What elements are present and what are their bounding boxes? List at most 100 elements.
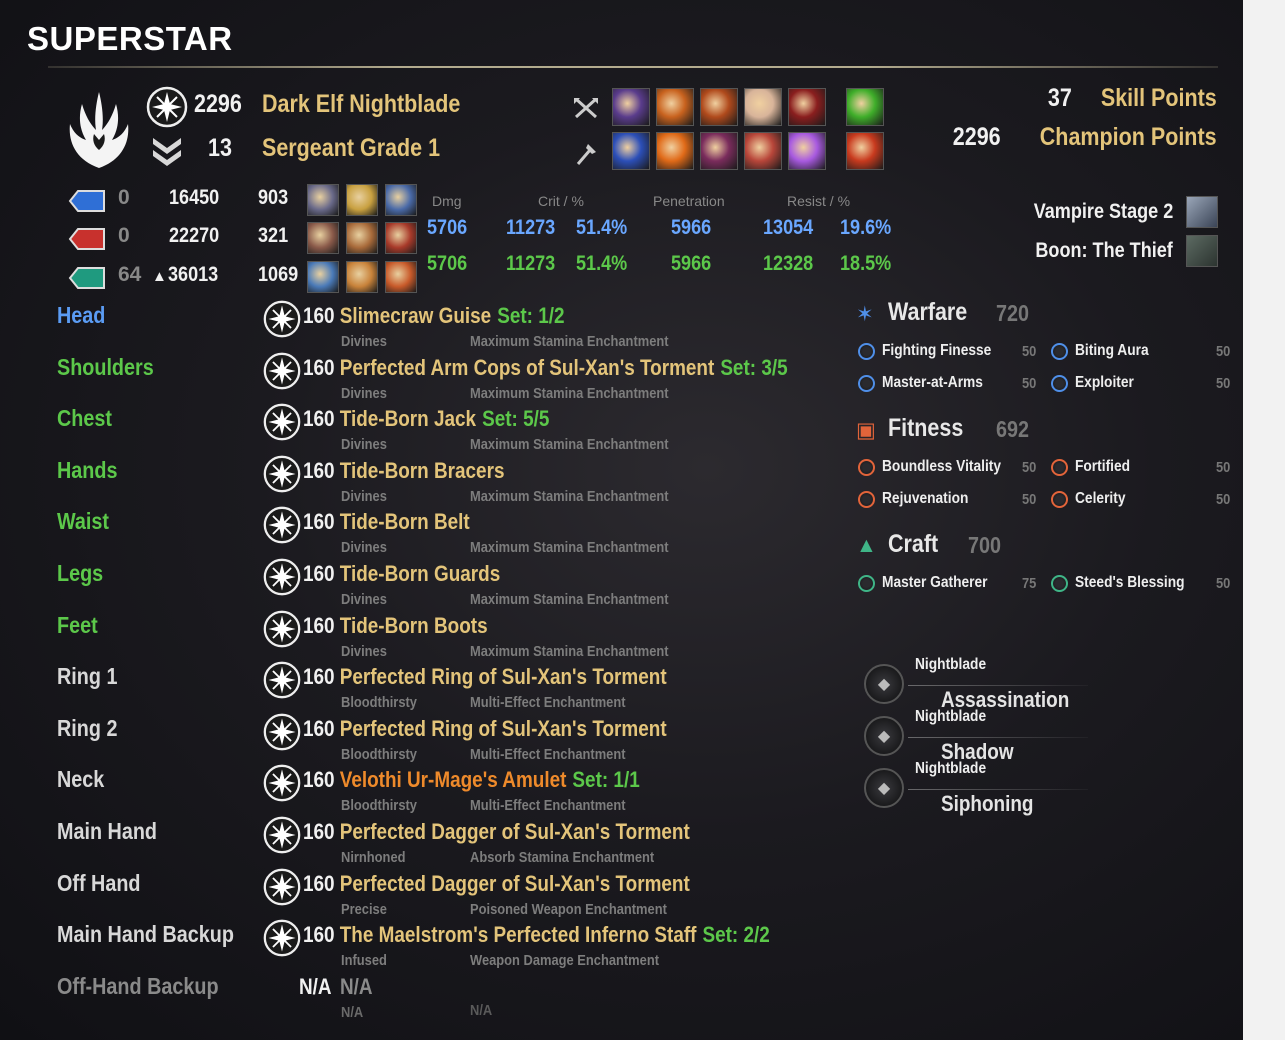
perk-value: 50 <box>1022 375 1037 392</box>
champion-perk-name[interactable]: Steed's Blessing <box>1075 574 1202 592</box>
equipment-slot-label: Shoulders <box>57 354 169 381</box>
passive-icon <box>307 261 339 293</box>
equipment-item-text: 160 Tide-Born Jack Set: 5/5 <box>303 406 549 432</box>
fitness-icon: ▣ <box>856 419 876 442</box>
slot-name: Waist <box>57 508 110 534</box>
equipment-item[interactable]: 160 Tide-Born Boots <box>303 613 518 639</box>
equipment-item[interactable]: 160 Perfected Dagger of Sul-Xan's Torment <box>303 819 753 845</box>
slot-name: Hands <box>57 457 118 483</box>
skill-line-name[interactable]: Siphoning <box>941 791 1049 817</box>
champion-discipline-total: 700 <box>968 532 1006 559</box>
slot-name: Chest <box>57 405 112 431</box>
champion-perk-name[interactable]: Fighting Finesse <box>882 342 1009 360</box>
item-level: 160 <box>303 716 335 741</box>
champion-perk-name[interactable]: Celerity <box>1075 490 1134 508</box>
equipment-item[interactable]: 160 Perfected Dagger of Sul-Xan's Torment <box>303 871 753 897</box>
item-trait-text: Divines <box>341 591 387 608</box>
equipment-slot-label: Ring 1 <box>57 663 127 690</box>
item-trait: Infused <box>341 952 394 969</box>
perk-value: 50 <box>1216 343 1231 360</box>
equipment-item[interactable]: 160 Slimecraw Guise Set: 1/2 <box>303 303 607 329</box>
champion-perk-name[interactable]: Master Gatherer <box>882 574 1005 592</box>
item-name: Velothi Ur-Mage's Amulet <box>339 767 567 792</box>
stamina-max: ▲36013 <box>152 263 226 287</box>
champion-points-level: 2296 <box>194 90 242 118</box>
item-enchantment-text: Multi-Effect Enchantment <box>470 797 626 814</box>
equipment-item[interactable]: 160 Tide-Born Jack Set: 5/5 <box>303 406 590 432</box>
weapon-pen: 5966 <box>671 252 712 275</box>
rank-title: Sergeant Grade 1 <box>262 134 441 162</box>
champion-level-icon <box>263 300 301 343</box>
champion-star-icon <box>1051 343 1068 360</box>
equipment-item-text: 160 Velothi Ur-Mage's Amulet Set: 1/1 <box>303 767 640 793</box>
champion-star-icon <box>1051 491 1068 508</box>
item-enchantment: Maximum Stamina Enchantment <box>470 436 701 453</box>
discipline-total: 720 <box>996 300 1030 326</box>
stamina-attribute-points: 64 <box>118 263 142 286</box>
item-set-count: Set: 1/2 <box>497 303 565 328</box>
champion-perk-value: 50 <box>1022 343 1039 360</box>
weapon-crit: 11273 <box>506 252 556 275</box>
equipment-item[interactable]: 160 Perfected Ring of Sul-Xan's Torment <box>303 716 726 742</box>
discipline-name: Fitness <box>888 414 964 442</box>
champion-star-icon <box>858 459 875 476</box>
equipment-item[interactable]: 160 Perfected Ring of Sul-Xan's Torment <box>303 664 726 690</box>
champion-level-icon <box>263 610 301 653</box>
equipment-item[interactable]: 160 The Maelstrom's Perfected Inferno Sta… <box>303 922 846 948</box>
champion-perk-name[interactable]: Exploiter <box>1075 374 1143 392</box>
slot-name: Off Hand <box>57 870 141 896</box>
magicka-max: 16450 <box>169 186 227 210</box>
item-trait: Divines <box>341 436 394 453</box>
front-skill-bar <box>612 88 884 126</box>
champion-perk-name[interactable]: Rejuvenation <box>882 490 982 508</box>
champion-level-icon <box>263 558 301 601</box>
vampire-icon <box>1186 196 1218 228</box>
skill-icon <box>656 88 694 126</box>
item-trait: Divines <box>341 333 394 350</box>
skill-points-label: Skill Points <box>1101 84 1217 112</box>
item-name: Tide-Born Boots <box>339 613 488 638</box>
perk-name: Exploiter <box>1075 374 1134 391</box>
item-name: Perfected Dagger of Sul-Xan's Torment <box>339 819 690 844</box>
champion-level-icon <box>263 764 301 807</box>
health-resource-icon <box>68 227 106 256</box>
back-skill-bar <box>612 132 884 170</box>
equipment-item-text: 160 Tide-Born Boots <box>303 613 488 639</box>
champion-star-icon <box>858 491 875 508</box>
champion-discipline-title: Warfare <box>888 298 980 327</box>
item-enchantment-text: Maximum Stamina Enchantment <box>470 643 669 660</box>
champion-perk-value: 50 <box>1022 491 1039 508</box>
champion-star-icon <box>1051 575 1068 592</box>
equipment-slot-label: Feet <box>57 612 104 639</box>
passive-icon <box>346 261 378 293</box>
weapon-dmg: 5706 <box>427 252 468 275</box>
item-name: Perfected Arm Cops of Sul-Xan's Torment <box>339 355 715 380</box>
champion-perk-name[interactable]: Fortified <box>1075 458 1139 476</box>
ultimate-icon <box>846 88 884 126</box>
equipment-item[interactable]: 160 Tide-Born Belt <box>303 509 497 535</box>
equipment-item[interactable]: 160 Tide-Born Bracers <box>303 458 537 484</box>
perk-name: Boundless Vitality <box>882 458 1002 475</box>
magicka-recovery: 903 <box>258 186 293 210</box>
equipment-item[interactable]: 160 Perfected Arm Cops of Sul-Xan's Torme… <box>303 355 867 381</box>
champion-perk-name[interactable]: Biting Aura <box>1075 342 1161 360</box>
health-recovery: 321 <box>258 224 293 248</box>
skill-icon <box>700 132 738 170</box>
equipment-item[interactable]: 160 Velothi Ur-Mage's Amulet Set: 1/1 <box>303 767 695 793</box>
perk-name: Master Gatherer <box>882 574 988 591</box>
item-level: 160 <box>303 355 335 380</box>
spell-crit-pct: 51.4% <box>576 216 628 239</box>
champion-perk-name[interactable]: Boundless Vitality <box>882 458 1020 476</box>
perk-value: 50 <box>1022 343 1037 360</box>
equipment-item[interactable]: 160 Tide-Born Guards <box>303 561 532 587</box>
item-level: 160 <box>303 303 335 328</box>
skill-line-class: Nightblade <box>915 708 998 726</box>
equipment-item-text: 160 Perfected Ring of Sul-Xan's Torment <box>303 664 667 690</box>
item-trait: Divines <box>341 643 394 660</box>
equipment-slot-label: Off-Hand Backup <box>57 973 245 1000</box>
passive-icon <box>307 222 339 254</box>
slot-name: Ring 1 <box>57 663 118 689</box>
champion-perk-name[interactable]: Master-at-Arms <box>882 374 999 392</box>
champion-star-icon <box>858 575 875 592</box>
item-level: N/A <box>299 974 337 1000</box>
